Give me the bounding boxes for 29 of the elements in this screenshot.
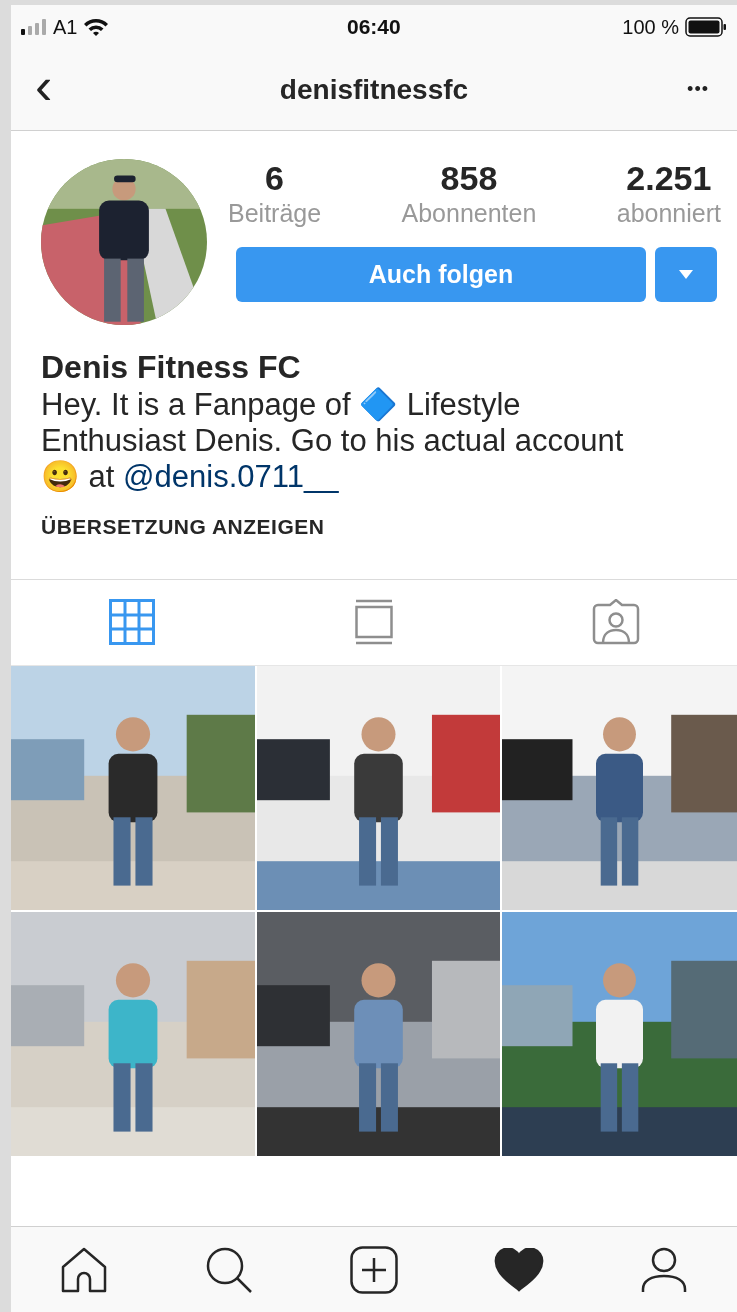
add-icon bbox=[350, 1245, 398, 1294]
wifi-icon bbox=[83, 17, 110, 37]
stat-count: 6 bbox=[265, 159, 284, 197]
grid-icon bbox=[109, 599, 155, 645]
caret-icon bbox=[679, 270, 693, 279]
battery-icon bbox=[685, 17, 727, 37]
stat-count: 2.251 bbox=[626, 159, 712, 197]
dropdown-button[interactable] bbox=[655, 247, 717, 302]
feed-icon bbox=[355, 599, 393, 645]
mention-link[interactable]: @denis.0711__ bbox=[123, 459, 339, 494]
back-button[interactable]: ‹ bbox=[35, 59, 53, 120]
profile-username: denisfitnessfc bbox=[279, 72, 469, 107]
stat-count: 858 bbox=[440, 159, 498, 197]
clock-text: 06:40 bbox=[347, 14, 401, 41]
more-button[interactable]: ••• bbox=[687, 76, 709, 103]
carrier-text: A1 bbox=[53, 15, 78, 40]
search-icon bbox=[204, 1246, 253, 1293]
stat-label: Beiträge bbox=[228, 198, 322, 229]
stat-label: Abonnenten bbox=[401, 198, 537, 229]
battery-text: 100 % bbox=[622, 15, 679, 40]
signal-icon bbox=[21, 19, 47, 35]
home-icon bbox=[60, 1246, 107, 1293]
translate-link[interactable]: ÜBERSETZUNG ANZEIGEN bbox=[41, 511, 325, 543]
heart-icon bbox=[494, 1247, 545, 1292]
profile-icon bbox=[641, 1246, 688, 1293]
bio-text: Hey. It is a Fanpage of 🔷 Lifestyle Enthusiast Denis. Go to his actual account 😀 at @denis.0711__ bbox=[41, 387, 625, 495]
stat-label: abonniert bbox=[616, 198, 721, 229]
tagged-photo-icon bbox=[592, 599, 640, 645]
profile-name: Denis Fitness FC bbox=[41, 348, 302, 387]
